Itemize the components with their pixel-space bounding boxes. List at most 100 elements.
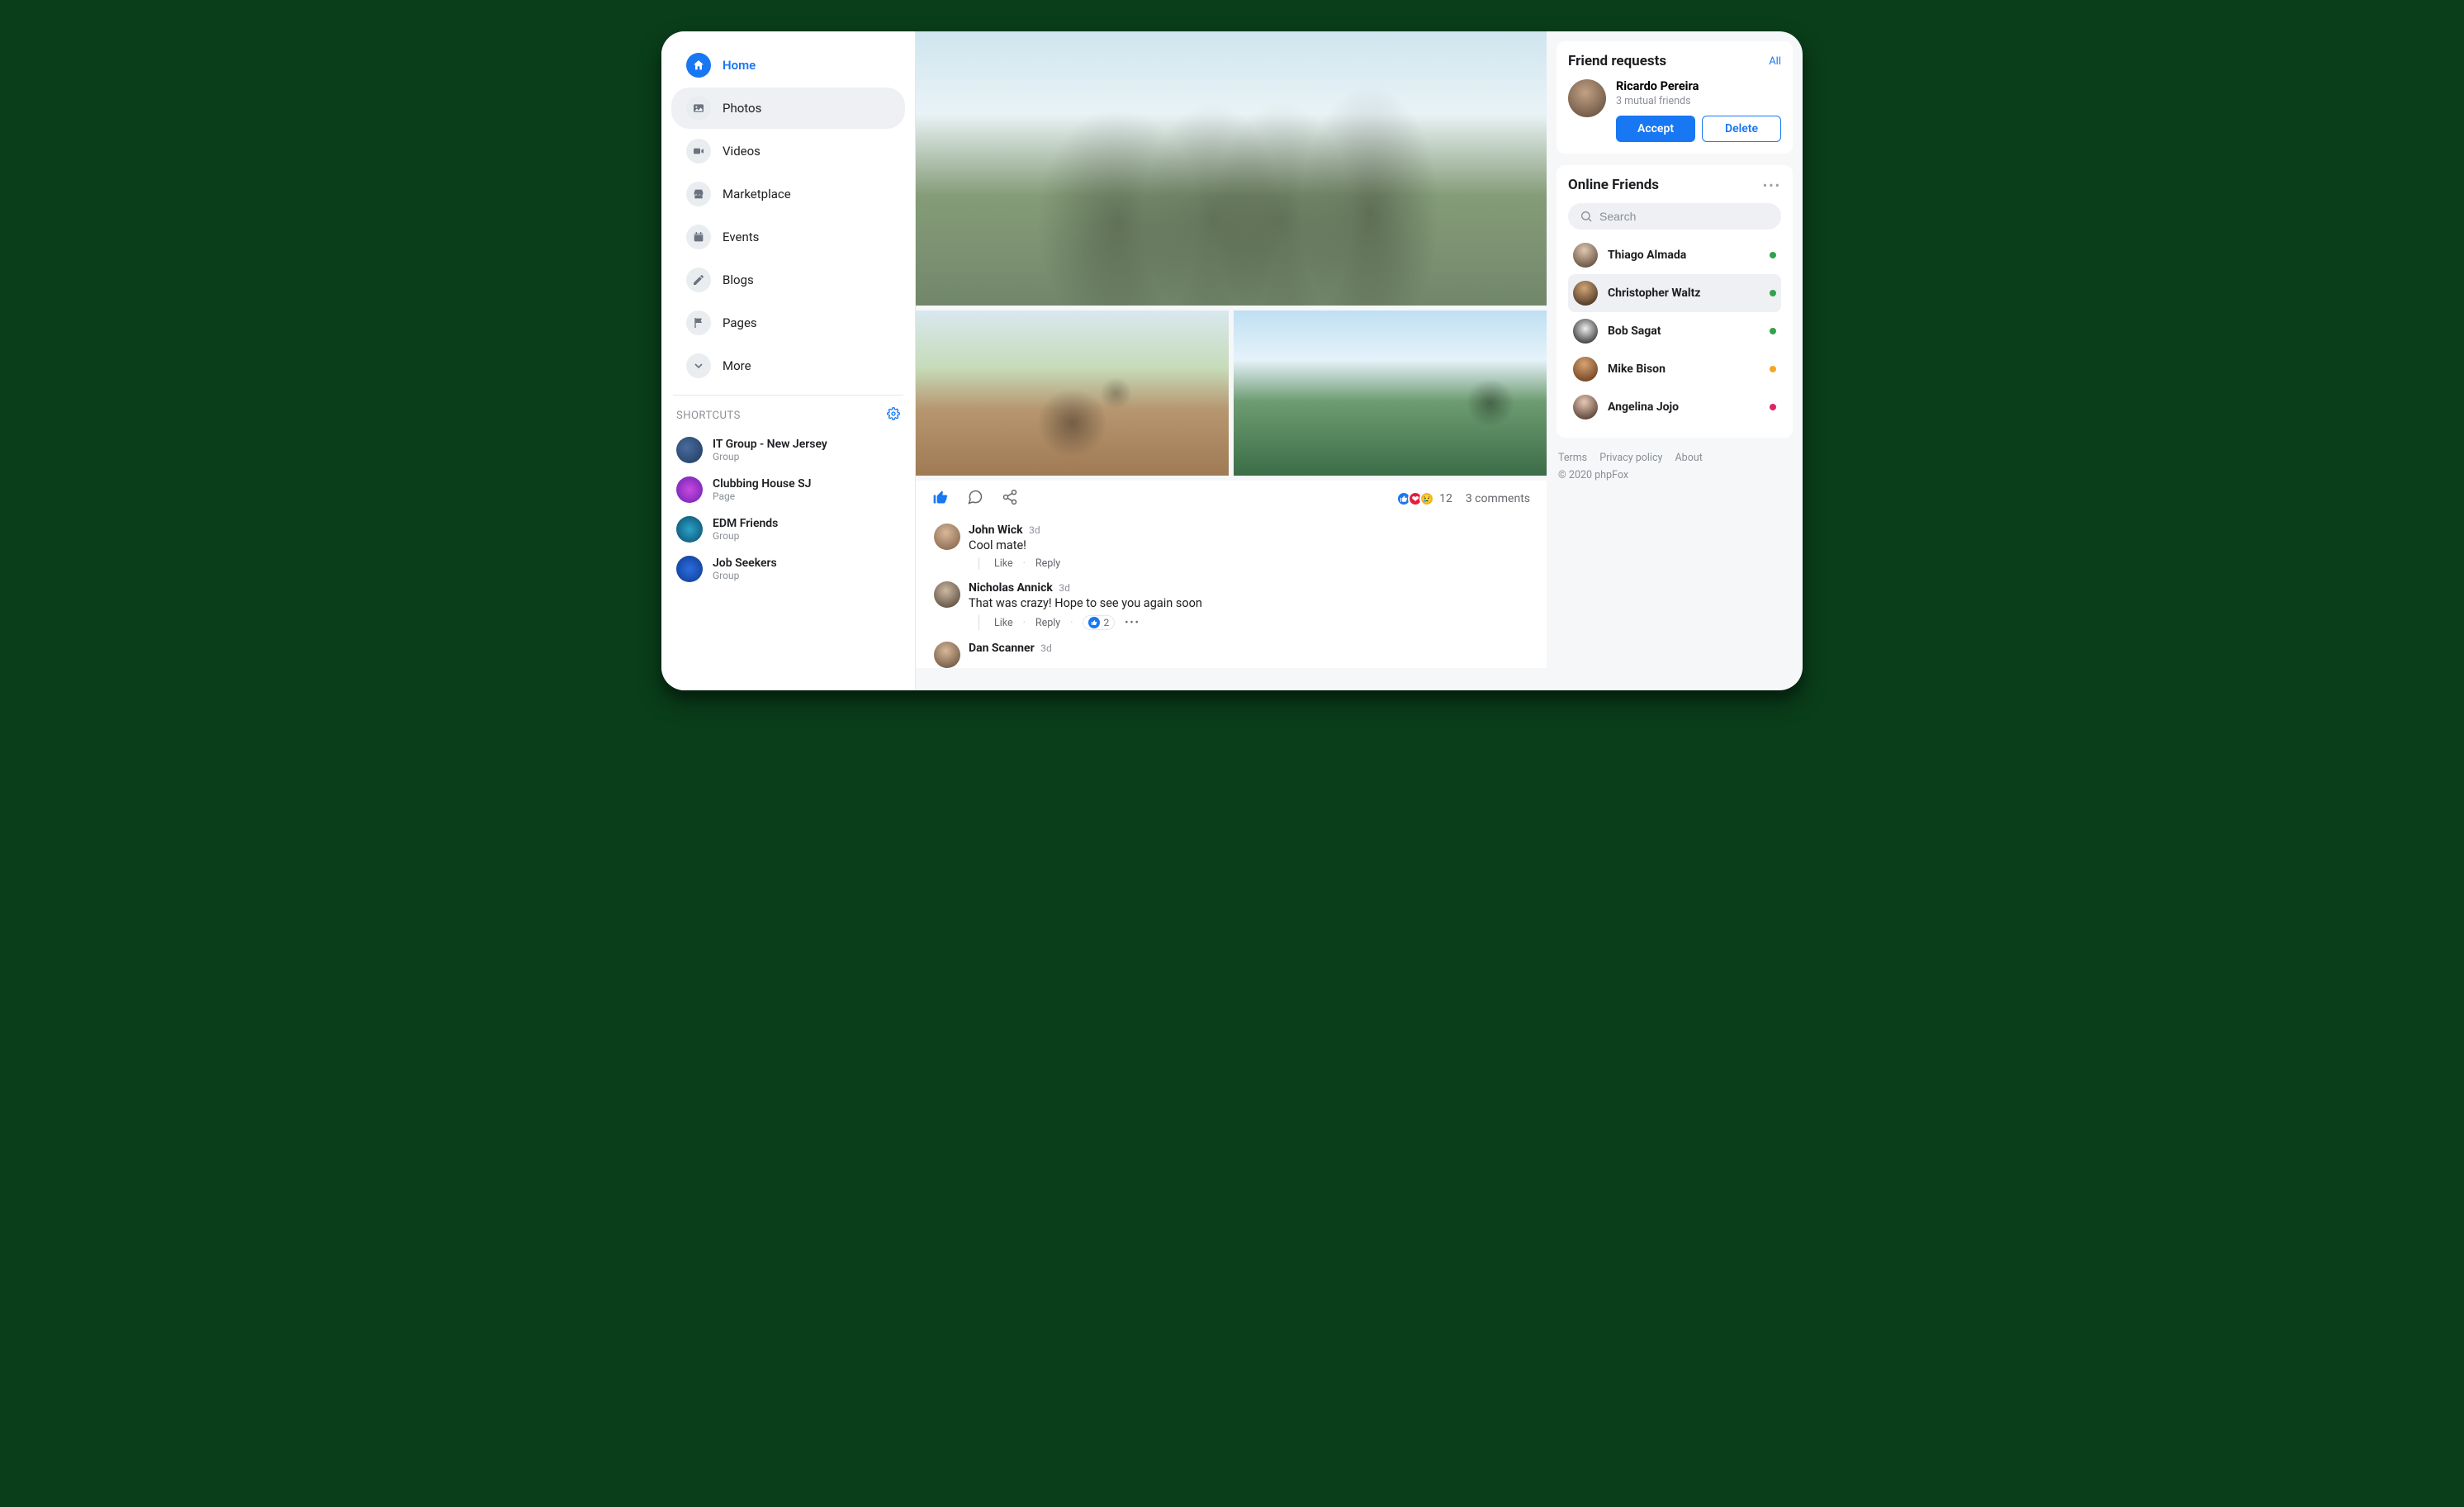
card-title: Friend requests — [1568, 53, 1666, 69]
comment-reactions[interactable]: 2 — [1083, 615, 1115, 630]
comment-button[interactable] — [967, 489, 983, 509]
comment: John Wick 3d Cool mate! Like · Reply — [934, 524, 1540, 576]
online-friends-card: Online Friends ••• Thiago Almada Christo… — [1557, 165, 1793, 438]
nav-events[interactable]: Events — [671, 216, 905, 258]
search-icon — [1580, 210, 1593, 223]
presence-dot — [1770, 328, 1776, 334]
reaction-count[interactable]: 12 — [1439, 492, 1452, 505]
shortcut-item[interactable]: EDM Friends Group — [665, 509, 912, 549]
nav-photos[interactable]: Photos — [671, 88, 905, 129]
nav-videos[interactable]: Videos — [671, 130, 905, 172]
reply-action[interactable]: Reply — [1035, 557, 1060, 570]
video-icon — [686, 139, 711, 163]
nav-more[interactable]: More — [671, 345, 905, 386]
shortcut-name: EDM Friends — [713, 517, 778, 530]
group-avatar — [676, 437, 703, 463]
reaction-icons: ❤ 😢 — [1400, 491, 1434, 506]
nav-home[interactable]: Home — [671, 45, 905, 86]
like-action[interactable]: Like — [994, 557, 1013, 570]
friend-name: Angelina Jojo — [1608, 400, 1760, 414]
nav-label: Photos — [723, 101, 761, 116]
online-friend[interactable]: Angelina Jojo — [1568, 388, 1781, 426]
comment-text: That was crazy! Hope to see you again so… — [969, 596, 1540, 610]
comment-author[interactable]: Dan Scanner — [969, 642, 1035, 655]
about-link[interactable]: About — [1675, 452, 1703, 464]
shortcut-name: Clubbing House SJ — [713, 477, 811, 490]
card-title: Online Friends — [1568, 177, 1659, 193]
accept-button[interactable]: Accept — [1616, 116, 1695, 142]
more-icon[interactable]: ••• — [1125, 617, 1140, 629]
right-rail: Friend requests All Ricardo Pereira 3 mu… — [1547, 31, 1803, 690]
post-photo[interactable] — [916, 31, 1547, 306]
flag-icon — [686, 310, 711, 335]
mutual-friends: 3 mutual friends — [1616, 95, 1781, 107]
privacy-link[interactable]: Privacy policy — [1599, 452, 1662, 464]
reply-action[interactable]: Reply — [1035, 617, 1060, 629]
avatar[interactable] — [934, 642, 960, 668]
comment: Dan Scanner 3d — [934, 642, 1540, 668]
nav-pages[interactable]: Pages — [671, 302, 905, 344]
group-avatar — [676, 516, 703, 543]
copyright: © 2020 phpFox — [1558, 467, 1791, 484]
share-button[interactable] — [1002, 489, 1018, 509]
search-input[interactable] — [1599, 210, 1770, 223]
nav-label: Blogs — [723, 272, 754, 287]
photo-grid — [916, 31, 1547, 481]
gear-icon[interactable] — [887, 407, 900, 424]
avatar — [1573, 357, 1598, 381]
chevron-down-icon — [686, 353, 711, 378]
avatar[interactable] — [934, 581, 960, 608]
comment-age: 3d — [1040, 642, 1052, 654]
nav-label: Events — [723, 230, 759, 244]
nav-blogs[interactable]: Blogs — [671, 259, 905, 301]
page-avatar — [676, 476, 703, 503]
terms-link[interactable]: Terms — [1558, 452, 1587, 464]
more-icon[interactable]: ••• — [1763, 178, 1781, 193]
comment-author[interactable]: John Wick — [969, 524, 1023, 537]
nav-marketplace[interactable]: Marketplace — [671, 173, 905, 215]
shortcut-item[interactable]: IT Group - New Jersey Group — [665, 430, 912, 470]
delete-button[interactable]: Delete — [1702, 116, 1781, 142]
avatar — [1573, 243, 1598, 268]
see-all-link[interactable]: All — [1769, 55, 1781, 68]
friend-name: Christopher Waltz — [1608, 287, 1760, 300]
friend-name: Mike Bison — [1608, 363, 1760, 376]
search-input-wrapper[interactable] — [1568, 203, 1781, 230]
online-friend[interactable]: Bob Sagat — [1568, 312, 1781, 350]
comments-count[interactable]: 3 comments — [1466, 492, 1530, 505]
online-friend[interactable]: Christopher Waltz — [1568, 274, 1781, 312]
post-photo[interactable] — [916, 310, 1229, 476]
shortcut-name: Job Seekers — [713, 557, 777, 570]
shortcut-type: Group — [713, 530, 778, 542]
avatar — [1573, 319, 1598, 344]
avatar[interactable] — [934, 524, 960, 550]
shortcut-type: Group — [713, 570, 777, 581]
online-friend[interactable]: Mike Bison — [1568, 350, 1781, 388]
calendar-icon — [686, 225, 711, 249]
shortcut-item[interactable]: Clubbing House SJ Page — [665, 470, 912, 509]
footer: Terms Privacy policy About © 2020 phpFox — [1557, 449, 1793, 485]
friend-request-name[interactable]: Ricardo Pereira — [1616, 79, 1781, 93]
photo-icon — [686, 96, 711, 121]
shortcut-item[interactable]: Job Seekers Group — [665, 549, 912, 589]
comments-list: John Wick 3d Cool mate! Like · Reply N — [916, 517, 1547, 668]
avatar[interactable] — [1568, 79, 1606, 117]
avatar — [1573, 395, 1598, 419]
post-photo[interactable] — [1234, 310, 1547, 476]
shortcut-name: IT Group - New Jersey — [713, 438, 827, 451]
nav-label: Marketplace — [723, 187, 791, 201]
comment-author[interactable]: Nicholas Annick — [969, 581, 1053, 595]
online-friend[interactable]: Thiago Almada — [1568, 236, 1781, 274]
friend-name: Thiago Almada — [1608, 249, 1760, 262]
comment-age: 3d — [1029, 524, 1040, 536]
shortcuts-title: SHORTCUTS — [676, 410, 741, 422]
shortcut-type: Group — [713, 451, 827, 462]
presence-dot — [1770, 366, 1776, 372]
avatar — [1573, 281, 1598, 306]
presence-dot — [1770, 252, 1776, 258]
like-action[interactable]: Like — [994, 617, 1013, 629]
comment-age: 3d — [1059, 582, 1070, 594]
like-button[interactable] — [932, 489, 949, 509]
shop-icon — [686, 182, 711, 206]
pencil-icon — [686, 268, 711, 292]
